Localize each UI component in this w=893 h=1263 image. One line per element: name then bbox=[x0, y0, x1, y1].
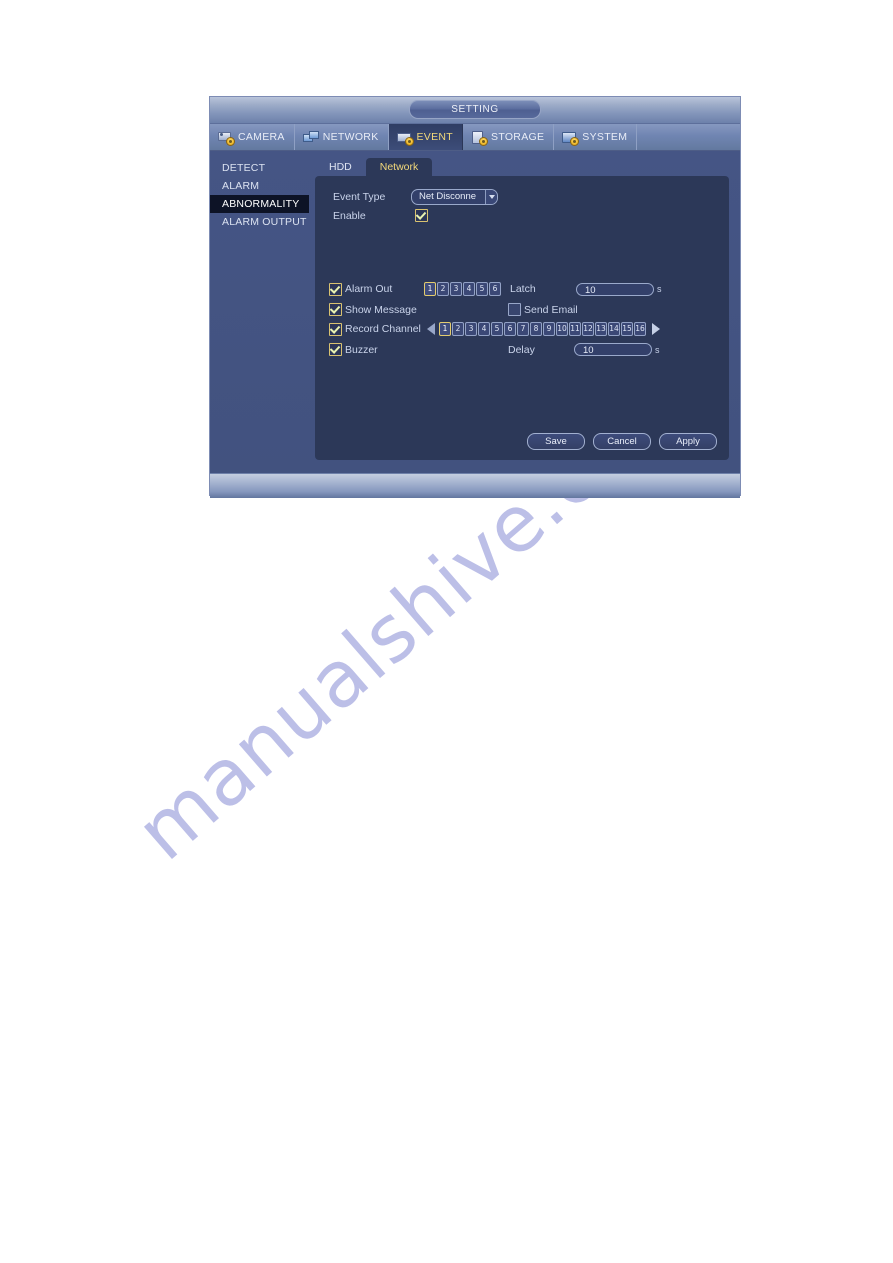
send-email-label: Send Email bbox=[524, 303, 578, 316]
alarm-out-channels: 1 2 3 4 5 6 bbox=[424, 282, 502, 296]
event-type-select[interactable]: Net Disconne bbox=[411, 189, 498, 205]
enable-row: Enable bbox=[333, 209, 431, 222]
alarm-out-checkbox[interactable] bbox=[329, 282, 342, 296]
record-channel-chip[interactable]: 4 bbox=[478, 322, 490, 336]
record-channel-checkbox[interactable] bbox=[329, 322, 342, 336]
alarm-out-chip[interactable]: 1 bbox=[424, 282, 436, 296]
buzzer-row: Buzzer Delay 10 s bbox=[329, 343, 660, 356]
sub-tab-hdd[interactable]: HDD bbox=[315, 158, 366, 177]
record-channel-chip[interactable]: 11 bbox=[569, 322, 581, 336]
record-channel-row: Record Channel 1 2 3 4 5 6 7 8 9 10 11 1… bbox=[329, 322, 660, 336]
record-channel-chip[interactable]: 15 bbox=[621, 322, 633, 336]
window-body: DETECT ALARM ABNORMALITY ALARM OUTPUT HD… bbox=[210, 151, 740, 473]
system-gear-icon bbox=[562, 131, 579, 145]
latch-input[interactable]: 10 bbox=[576, 282, 654, 296]
record-channel-chip[interactable]: 14 bbox=[608, 322, 620, 336]
record-channel-chip[interactable]: 3 bbox=[465, 322, 477, 336]
alarm-out-chip[interactable]: 3 bbox=[450, 282, 462, 296]
window-title: SETTING bbox=[409, 100, 541, 119]
storage-gear-icon bbox=[471, 130, 488, 145]
record-channel-chip[interactable]: 6 bbox=[504, 322, 516, 336]
delay-unit: s bbox=[655, 344, 660, 355]
alarm-out-label: Alarm Out bbox=[345, 283, 393, 295]
nvr-setting-window: SETTING CAMERA NETWORK EVENT STORAGE SYS… bbox=[210, 97, 740, 498]
record-channel-chip[interactable]: 2 bbox=[452, 322, 464, 336]
chevron-down-icon[interactable] bbox=[485, 190, 497, 204]
enable-checkbox[interactable] bbox=[415, 209, 428, 222]
record-channel-chip[interactable]: 12 bbox=[582, 322, 594, 336]
record-channel-channels: 1 2 3 4 5 6 7 8 9 10 11 12 13 14 15 16 bbox=[439, 322, 647, 336]
sub-tabs: HDD Network bbox=[315, 157, 433, 177]
alarm-out-row: Alarm Out 1 2 3 4 5 6 Latch 10 s bbox=[329, 282, 662, 296]
latch-label: Latch bbox=[510, 283, 536, 295]
sidebar-item-alarm[interactable]: ALARM bbox=[210, 177, 315, 195]
buzzer-label: Buzzer bbox=[345, 343, 378, 356]
save-button[interactable]: Save bbox=[527, 433, 585, 450]
alarm-out-chip[interactable]: 5 bbox=[476, 282, 488, 296]
send-email-checkbox[interactable] bbox=[508, 303, 521, 316]
main-nav-tabs: CAMERA NETWORK EVENT STORAGE SYSTEM bbox=[210, 124, 740, 151]
alarm-out-chip[interactable]: 2 bbox=[437, 282, 449, 296]
record-channel-chip[interactable]: 1 bbox=[439, 322, 451, 336]
sub-tab-network[interactable]: Network bbox=[365, 158, 433, 177]
nav-tab-network-label: NETWORK bbox=[322, 131, 379, 143]
record-channel-chip[interactable]: 8 bbox=[530, 322, 542, 336]
nav-tab-storage-label: STORAGE bbox=[491, 131, 545, 143]
sidebar-item-alarm-output[interactable]: ALARM OUTPUT bbox=[210, 213, 315, 231]
settings-card: Event Type Net Disconne Enable Alarm Out… bbox=[315, 176, 729, 460]
show-message-row: Show Message Send Email bbox=[329, 303, 578, 316]
delay-label: Delay bbox=[508, 343, 535, 356]
record-channel-chip[interactable]: 10 bbox=[556, 322, 568, 336]
nav-tab-network[interactable]: NETWORK bbox=[295, 124, 389, 150]
buzzer-checkbox[interactable] bbox=[329, 343, 342, 356]
record-channel-chip[interactable]: 5 bbox=[491, 322, 503, 336]
nav-tab-camera-label: CAMERA bbox=[238, 131, 285, 143]
arrow-left-icon[interactable] bbox=[427, 323, 435, 335]
enable-label: Enable bbox=[333, 209, 366, 222]
sidebar-item-detect[interactable]: DETECT bbox=[210, 159, 315, 177]
page-watermark: manualshive.com bbox=[0, 348, 893, 1190]
event-type-value: Net Disconne bbox=[419, 191, 477, 202]
nav-tab-camera[interactable]: CAMERA bbox=[210, 124, 295, 150]
apply-button[interactable]: Apply bbox=[659, 433, 717, 450]
record-channel-chip[interactable]: 13 bbox=[595, 322, 607, 336]
record-channel-chip[interactable]: 9 bbox=[543, 322, 555, 336]
nav-tab-event[interactable]: EVENT bbox=[388, 124, 464, 150]
record-channel-chip[interactable]: 16 bbox=[634, 322, 646, 336]
nav-tab-event-label: EVENT bbox=[416, 131, 454, 143]
card-button-row: Save Cancel Apply bbox=[519, 433, 717, 450]
event-gear-icon bbox=[396, 131, 413, 145]
nav-tab-system-label: SYSTEM bbox=[582, 131, 628, 143]
sidebar-menu: DETECT ALARM ABNORMALITY ALARM OUTPUT bbox=[210, 151, 315, 481]
camera-gear-icon bbox=[218, 131, 234, 145]
cancel-button[interactable]: Cancel bbox=[593, 433, 651, 450]
alarm-out-chip[interactable]: 4 bbox=[463, 282, 475, 296]
show-message-checkbox[interactable] bbox=[329, 303, 342, 316]
delay-input[interactable]: 10 bbox=[574, 343, 652, 356]
record-channel-chip[interactable]: 7 bbox=[517, 322, 529, 336]
record-channel-label: Record Channel bbox=[345, 323, 421, 335]
arrow-right-icon[interactable] bbox=[652, 323, 660, 335]
alarm-out-chip[interactable]: 6 bbox=[489, 282, 501, 296]
window-footer bbox=[210, 473, 740, 498]
sidebar-item-abnormality[interactable]: ABNORMALITY bbox=[210, 195, 309, 213]
window-titlebar: SETTING bbox=[210, 97, 740, 124]
show-message-label: Show Message bbox=[345, 303, 417, 316]
nav-tab-system[interactable]: SYSTEM bbox=[554, 124, 638, 150]
event-type-label: Event Type bbox=[333, 191, 386, 203]
latch-unit: s bbox=[657, 284, 662, 294]
nav-tab-storage[interactable]: STORAGE bbox=[463, 124, 555, 150]
event-type-row: Event Type Net Disconne bbox=[333, 189, 498, 205]
network-icon bbox=[302, 130, 319, 144]
